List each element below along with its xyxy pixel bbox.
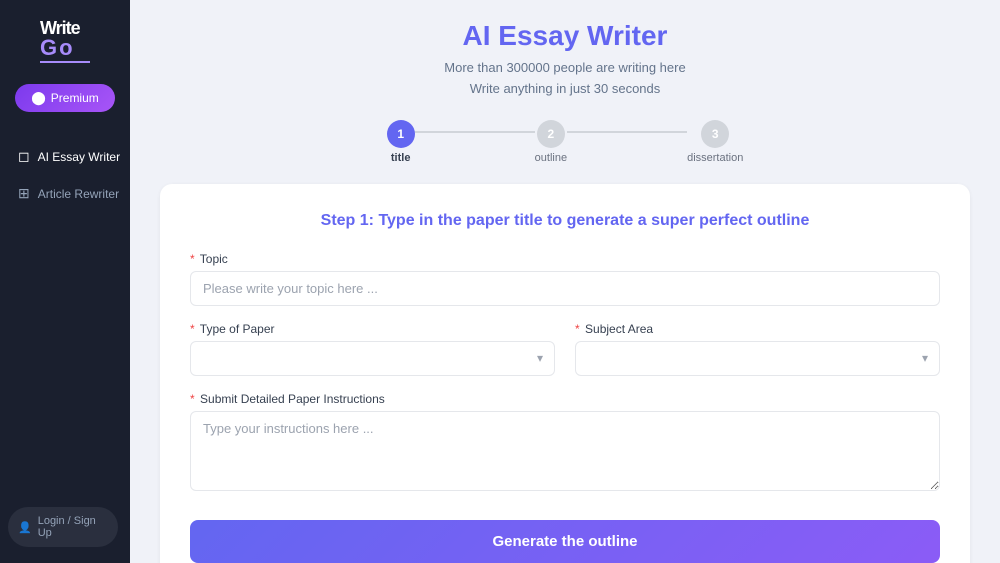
subject-area-select-wrapper: [575, 341, 940, 376]
logo-go: Go: [40, 37, 90, 59]
logo-underline: [40, 61, 90, 63]
step-connector-2: [567, 131, 687, 133]
essay-icon: ◻: [18, 148, 30, 165]
subject-area-select[interactable]: [575, 341, 940, 376]
sidebar: Write Go ⬤ Premium ◻ AI Essay Writer ⊞ A…: [0, 0, 130, 563]
rewriter-icon: ⊞: [18, 185, 30, 202]
logo-area: Write Go: [35, 16, 95, 66]
step-2-circle: 2: [537, 120, 565, 148]
premium-label: Premium: [51, 91, 99, 105]
page-subtitle-line2: Write anything in just 30 seconds: [160, 79, 970, 100]
step-3: 3 dissertation: [687, 120, 743, 164]
page-title: AI Essay Writer: [160, 20, 970, 52]
main-content: AI Essay Writer More than 300000 people …: [130, 0, 1000, 563]
page-header: AI Essay Writer More than 300000 people …: [160, 20, 970, 100]
step-1: 1 title: [387, 120, 415, 164]
paper-subject-row: * Type of Paper * Subject Area: [190, 322, 940, 392]
instructions-group: * Submit Detailed Paper Instructions: [190, 392, 940, 496]
subject-area-label: * Subject Area: [575, 322, 940, 336]
subject-area-col: * Subject Area: [575, 322, 940, 392]
type-of-paper-select[interactable]: [190, 341, 555, 376]
type-of-paper-col: * Type of Paper: [190, 322, 555, 392]
step-connector-1: [415, 131, 535, 133]
logo: Write Go: [35, 16, 95, 66]
topic-group: * Topic: [190, 252, 940, 306]
step-1-label: title: [391, 152, 411, 164]
form-card: Step 1: Type in the paper title to gener…: [160, 184, 970, 563]
premium-button[interactable]: ⬤ Premium: [15, 84, 115, 112]
crown-icon: ⬤: [31, 90, 46, 106]
nav-label-rewriter: Article Rewriter: [38, 187, 119, 201]
page-subtitle-line1: More than 300000 people are writing here: [160, 58, 970, 79]
login-button[interactable]: 👤 Login / Sign Up: [8, 507, 118, 547]
type-of-paper-label: * Type of Paper: [190, 322, 555, 336]
type-of-paper-select-wrapper: [190, 341, 555, 376]
type-of-paper-group: * Type of Paper: [190, 322, 555, 376]
form-step-title: Step 1: Type in the paper title to gener…: [190, 212, 940, 230]
step-2: 2 outline: [535, 120, 567, 164]
login-label: Login / Sign Up: [38, 515, 108, 539]
step-2-label: outline: [535, 152, 567, 164]
nav-label-ai-essay: AI Essay Writer: [38, 150, 120, 164]
step-3-label: dissertation: [687, 152, 743, 164]
sidebar-item-ai-essay-writer[interactable]: ◻ AI Essay Writer: [8, 140, 122, 173]
sidebar-bottom: 👤 Login / Sign Up: [0, 507, 130, 547]
sidebar-item-article-rewriter[interactable]: ⊞ Article Rewriter: [8, 177, 122, 210]
user-icon: 👤: [18, 521, 32, 534]
step-1-circle: 1: [387, 120, 415, 148]
stepper: 1 title 2 outline 3 dissertation: [160, 120, 970, 164]
generate-outline-button[interactable]: Generate the outline: [190, 520, 940, 563]
topic-label: * Topic: [190, 252, 940, 266]
topic-input[interactable]: [190, 271, 940, 306]
subject-area-group: * Subject Area: [575, 322, 940, 376]
step-3-circle: 3: [701, 120, 729, 148]
instructions-textarea[interactable]: [190, 411, 940, 491]
sidebar-nav: ◻ AI Essay Writer ⊞ Article Rewriter: [0, 140, 130, 210]
instructions-label: * Submit Detailed Paper Instructions: [190, 392, 940, 406]
